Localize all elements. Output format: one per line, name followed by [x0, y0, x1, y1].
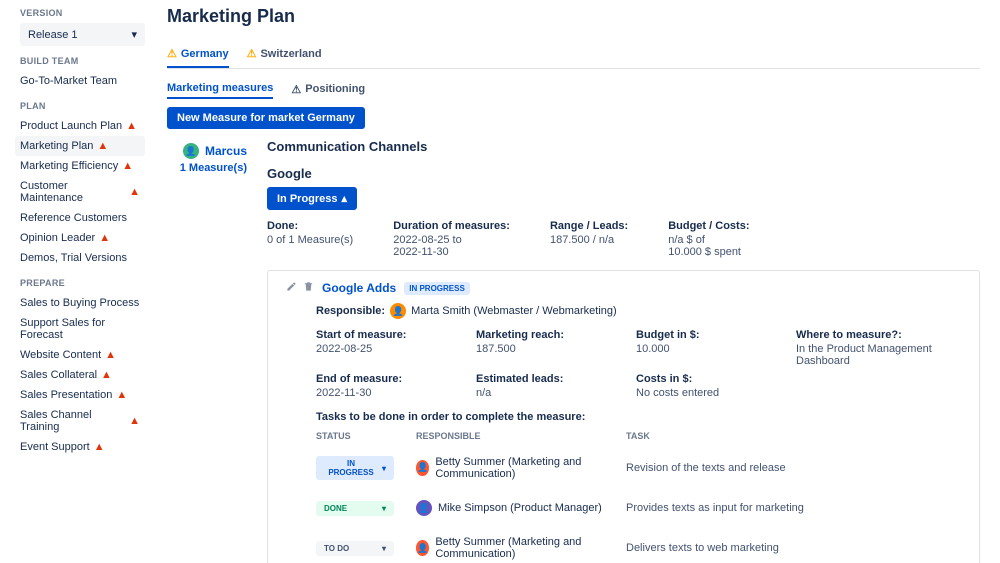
prepare-label: PREPARE [20, 278, 145, 288]
measure-count: 1 Measure(s) [167, 162, 247, 174]
sidebar-item[interactable]: Website Content▲ [15, 345, 145, 365]
measure-card: Google Adds IN PROGRESS Responsible: 👤 M… [267, 270, 980, 563]
warning-icon: ▲ [129, 186, 140, 198]
detail-cell: Where to measure?:In the Product Managem… [796, 329, 961, 367]
sidebar-item[interactable]: Sales Collateral▲ [15, 365, 145, 385]
edit-icon[interactable] [286, 281, 297, 295]
avatar: 👤 [416, 500, 432, 516]
sidebar-item[interactable]: Product Launch Plan▲ [15, 116, 145, 136]
build-team-link[interactable]: Go-To-Market Team [15, 71, 145, 91]
chevron-down-icon: ▾ [382, 544, 386, 553]
warning-icon: ⚠ [291, 83, 301, 96]
sidebar-item[interactable]: Marketing Efficiency▲ [15, 156, 145, 176]
detail-cell: Start of measure:2022-08-25 [316, 329, 456, 367]
task-table: STATUS RESPONSIBLE TASK IN PROGRESS▾ 👤Bet… [316, 427, 961, 563]
sidebar-item[interactable]: Event Support▲ [15, 437, 145, 457]
warning-icon: ▲ [105, 349, 116, 361]
col-status: STATUS [316, 431, 416, 441]
task-responsible: 👤Mike Simpson (Product Manager) [416, 500, 626, 516]
measure-details: Start of measure:2022-08-25 Marketing rea… [316, 329, 961, 399]
delete-icon[interactable] [303, 281, 314, 295]
main-content: Marketing Plan ⚠Germany ⚠Switzerland Mark… [155, 0, 1000, 563]
detail-cell: Budget in $:10.000 [636, 329, 776, 367]
sidebar: VERSION Release 1 ▾ BUILD TEAM Go-To-Mar… [0, 0, 155, 563]
sidebar-item[interactable]: Support Sales for Forecast [15, 313, 145, 345]
task-status-button[interactable]: TO DO▾ [316, 541, 394, 556]
market-tab[interactable]: ⚠Germany [167, 41, 229, 68]
chevron-down-icon: ▾ [382, 464, 386, 473]
detail-cell: Marketing reach:187.500 [476, 329, 616, 367]
task-responsible: 👤Betty Summer (Marketing and Communicati… [416, 536, 626, 560]
warning-icon: ⚠ [167, 47, 177, 60]
responsible-name: Marta Smith (Webmaster / Webmarketing) [411, 305, 617, 317]
detail-cell: Costs in $:No costs entered [636, 373, 776, 399]
version-value: Release 1 [28, 29, 78, 41]
kpi-block: Budget / Costs:n/a $ of10.000 $ spent [668, 220, 749, 258]
section-header: Communication Channels [267, 139, 980, 154]
sidebar-item[interactable]: Customer Maintenance▲ [15, 176, 145, 208]
detail-cell: Estimated leads:n/a [476, 373, 616, 399]
plan-label: PLAN [20, 101, 145, 111]
chevron-down-icon: ▾ [131, 28, 137, 41]
warning-icon: ▲ [122, 160, 133, 172]
market-tabs: ⚠Germany ⚠Switzerland [167, 41, 980, 69]
version-label: VERSION [20, 8, 145, 18]
measure-status-badge: IN PROGRESS [404, 282, 470, 295]
task-status-button[interactable]: DONE▾ [316, 501, 394, 516]
avatar: 👤 [416, 540, 429, 556]
owner-name[interactable]: Marcus [205, 144, 247, 158]
task-row: TO DO▾ 👤Betty Summer (Marketing and Commu… [316, 526, 961, 563]
page-title: Marketing Plan [167, 6, 980, 27]
sidebar-item[interactable]: Sales to Buying Process [15, 293, 145, 313]
warning-icon: ⚠ [247, 47, 257, 60]
version-select[interactable]: Release 1 ▾ [20, 23, 145, 46]
new-measure-button[interactable]: New Measure for market Germany [167, 107, 365, 129]
responsible-avatar: 👤 [390, 303, 406, 319]
owner-column: 👤 Marcus 1 Measure(s) [167, 139, 247, 563]
kpi-block: Range / Leads:187.500 / n/a [550, 220, 628, 258]
sidebar-item[interactable]: Demos, Trial Versions [15, 248, 145, 268]
sidebar-item[interactable]: Sales Channel Training▲ [15, 405, 145, 437]
responsible-label: Responsible: [316, 305, 385, 317]
warning-icon: ▲ [116, 389, 127, 401]
sub-tab[interactable]: ⚠Positioning [291, 79, 365, 99]
col-responsible: RESPONSIBLE [416, 431, 626, 441]
warning-icon: ▲ [99, 232, 110, 244]
channel-kpis: Done:0 of 1 Measure(s) Duration of measur… [267, 220, 980, 258]
warning-icon: ▲ [94, 441, 105, 453]
task-status-button[interactable]: IN PROGRESS▾ [316, 456, 394, 480]
tasks-heading: Tasks to be done in order to complete th… [316, 411, 961, 423]
warning-icon: ▲ [101, 369, 112, 381]
task-row: IN PROGRESS▾ 👤Betty Summer (Marketing and… [316, 445, 961, 490]
owner-avatar: 👤 [183, 143, 199, 159]
sidebar-item[interactable]: Opinion Leader▲ [15, 228, 145, 248]
measure-title[interactable]: Google Adds [322, 281, 396, 295]
warning-icon: ▲ [97, 140, 108, 152]
task-text: Provides texts as input for marketing [626, 502, 961, 514]
avatar: 👤 [416, 460, 429, 476]
task-responsible: 👤Betty Summer (Marketing and Communicati… [416, 456, 626, 480]
sidebar-item[interactable]: Sales Presentation▲ [15, 385, 145, 405]
sub-tabs: Marketing measures ⚠Positioning [167, 79, 980, 99]
sidebar-item[interactable]: Marketing Plan▲ [15, 136, 145, 156]
build-team-label: BUILD TEAM [20, 56, 145, 66]
kpi-block: Done:0 of 1 Measure(s) [267, 220, 353, 258]
detail-cell: End of measure:2022-11-30 [316, 373, 456, 399]
warning-icon: ▲ [126, 120, 137, 132]
channel-title: Google [267, 166, 980, 181]
warning-icon: ▲ [129, 415, 140, 427]
task-row: DONE▾ 👤Mike Simpson (Product Manager)Prov… [316, 490, 961, 526]
sub-tab[interactable]: Marketing measures [167, 79, 273, 99]
chevron-up-icon: ▴ [342, 192, 348, 205]
sidebar-item[interactable]: Reference Customers [15, 208, 145, 228]
chevron-down-icon: ▾ [382, 504, 386, 513]
channel-status-button[interactable]: In Progress ▴ [267, 187, 357, 210]
task-text: Delivers texts to web marketing [626, 542, 961, 554]
detail-cell [796, 373, 961, 399]
market-tab[interactable]: ⚠Switzerland [247, 41, 322, 68]
col-task: TASK [626, 431, 961, 441]
kpi-block: Duration of measures:2022-08-25 to2022-1… [393, 220, 510, 258]
task-text: Revision of the texts and release [626, 462, 961, 474]
